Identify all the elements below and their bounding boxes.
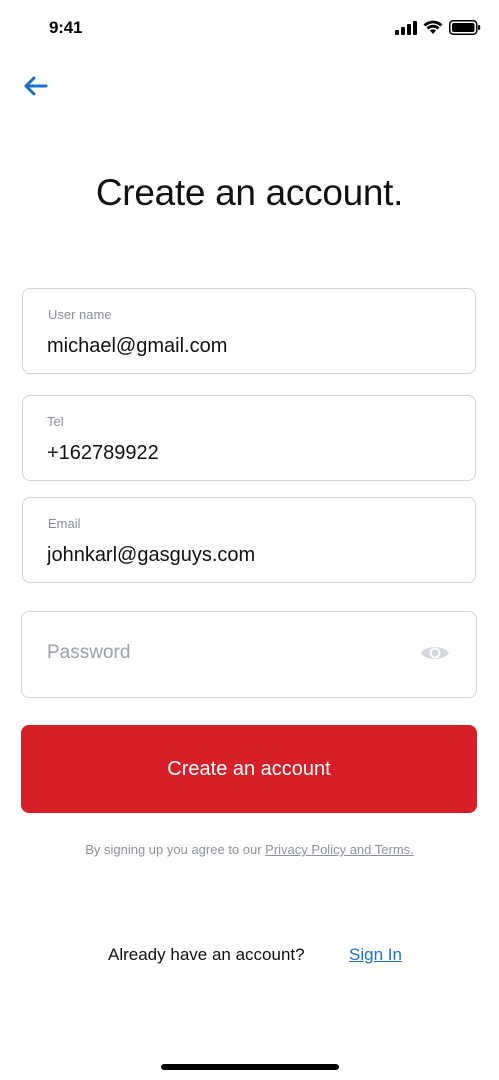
email-field[interactable]: Email	[22, 497, 476, 583]
password-input[interactable]	[47, 642, 407, 664]
wifi-icon	[423, 20, 443, 40]
arrow-left-icon	[22, 75, 48, 102]
privacy-terms-link[interactable]: Privacy Policy and Terms.	[265, 842, 414, 857]
battery-icon	[449, 20, 481, 40]
page-title: Create an account.	[95, 172, 404, 213]
status-icons	[395, 20, 481, 40]
status-bar: 9:41	[0, 0, 499, 60]
username-label: User name	[48, 307, 112, 322]
create-account-button[interactable]: Create an account	[21, 725, 477, 813]
password-field[interactable]	[21, 611, 477, 698]
signin-prompt: Already have an account?	[108, 945, 305, 964]
terms-notice: By signing up you agree to our Privacy P…	[0, 842, 499, 857]
email-input[interactable]	[47, 544, 447, 567]
password-visibility-toggle[interactable]	[420, 642, 450, 668]
eye-icon	[420, 643, 450, 668]
home-indicator	[161, 1064, 339, 1070]
back-button[interactable]	[20, 74, 50, 102]
tel-label: Tel	[47, 414, 64, 429]
status-time: 9:41	[49, 18, 83, 37]
email-label: Email	[48, 516, 81, 531]
tel-field[interactable]: Tel	[22, 395, 476, 481]
username-field[interactable]: User name	[22, 288, 476, 374]
tel-input[interactable]	[47, 442, 447, 465]
cellular-signal-icon	[395, 20, 417, 40]
terms-prefix: By signing up you agree to our	[85, 842, 266, 857]
sign-in-link[interactable]: Sign In	[349, 945, 402, 965]
username-input[interactable]	[47, 335, 447, 358]
